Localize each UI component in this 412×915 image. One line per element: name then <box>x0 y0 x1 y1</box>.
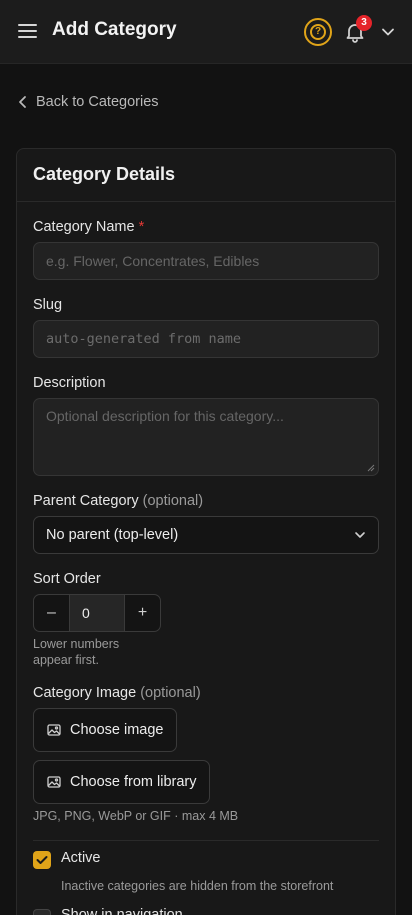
active-label: Active <box>61 850 101 866</box>
back-link-label: Back to Categories <box>36 94 159 110</box>
parent-category-value: No parent (top-level) <box>46 527 179 543</box>
description-textarea[interactable]: Optional description for this category..… <box>33 398 379 476</box>
help-icon[interactable]: ? <box>304 18 332 46</box>
image-format-help: JPG, PNG, WebP or GIF · max 4 MB <box>33 809 239 823</box>
sort-order-help: Lower numbers appear first. <box>33 637 120 667</box>
category-name-input[interactable]: e.g. Flower, Concentrates, Edibles <box>33 242 379 280</box>
check-icon <box>36 856 48 864</box>
chevron-down-icon[interactable] <box>380 25 396 39</box>
category-name-label: Category Name * <box>33 219 145 235</box>
card-title: Category Details <box>17 149 395 202</box>
chevron-left-icon <box>19 96 26 108</box>
slug-input[interactable]: auto-generated from name <box>33 320 379 358</box>
category-name-placeholder: e.g. Flower, Concentrates, Edibles <box>46 253 260 269</box>
image-icon <box>47 724 61 736</box>
sort-order-label: Sort Order <box>33 571 101 587</box>
choose-image-label: Choose image <box>70 722 164 738</box>
show-in-navigation-label: Show in navigation <box>61 907 183 915</box>
slug-label: Slug <box>33 297 63 313</box>
top-app-bar: Add Category ? 3 <box>0 0 412 64</box>
decrement-button[interactable]: – <box>34 595 69 631</box>
back-to-categories-link[interactable]: Back to Categories <box>18 92 159 112</box>
slug-placeholder: auto-generated from name <box>46 331 242 347</box>
description-placeholder: Optional description for this category..… <box>46 408 284 424</box>
resize-handle-icon[interactable] <box>367 464 375 472</box>
active-help: Inactive categories are hidden from the … <box>61 879 334 893</box>
parent-category-select[interactable]: No parent (top-level) <box>33 516 379 554</box>
choose-image-button[interactable]: Choose image <box>33 708 177 752</box>
description-label: Description <box>33 375 106 391</box>
menu-icon[interactable] <box>18 23 38 41</box>
required-asterisk: * <box>138 219 145 235</box>
choose-from-library-button[interactable]: Choose from library <box>33 760 210 804</box>
notification-badge: 3 <box>356 15 372 31</box>
chevron-down-icon <box>355 532 365 538</box>
sort-order-input[interactable]: 0 <box>69 595 125 631</box>
image-icon <box>47 776 61 788</box>
choose-from-library-label: Choose from library <box>70 774 197 790</box>
parent-category-label: Parent Category (optional) <box>33 493 204 509</box>
sort-order-stepper: – 0 + <box>33 594 161 632</box>
divider <box>33 840 379 841</box>
increment-button[interactable]: + <box>125 595 160 631</box>
active-checkbox[interactable] <box>33 851 51 869</box>
page-title: Add Category <box>52 19 177 40</box>
category-image-label: Category Image (optional) <box>33 685 201 701</box>
show-in-navigation-checkbox[interactable] <box>33 909 51 915</box>
